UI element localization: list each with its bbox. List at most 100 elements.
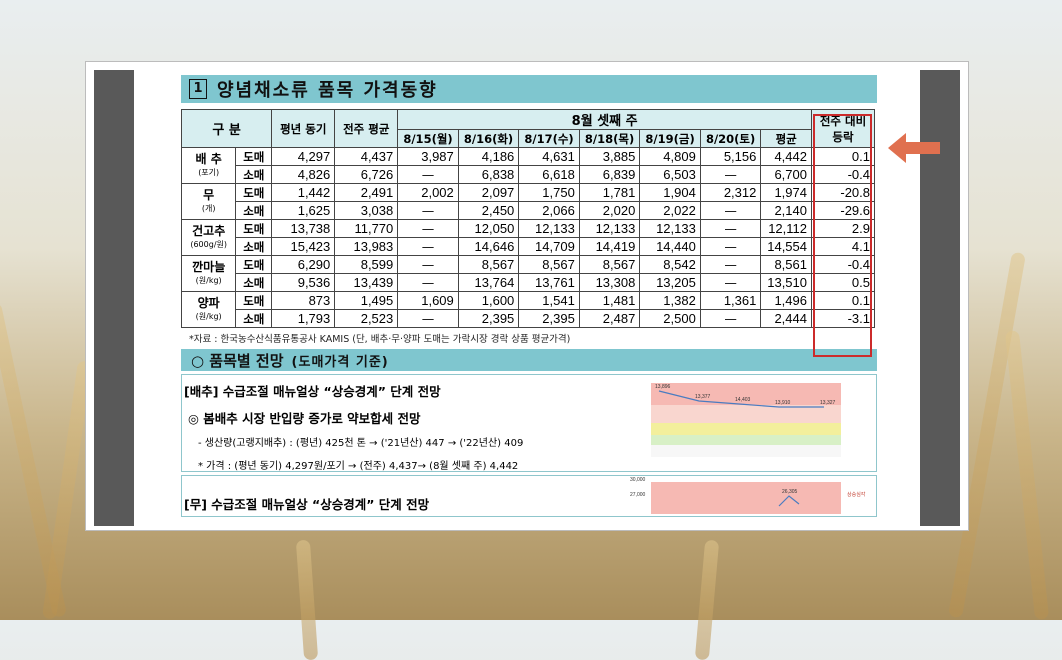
wheat-stalk [41, 360, 93, 620]
price-cell: 6,700 [760, 165, 812, 184]
document-page: 1 양념채소류 품목 가격동향 구 분 평년 동기 전주 평균 8월 셋째 주 … [134, 70, 920, 526]
item-unit: (원/kg) [195, 311, 222, 321]
market-type: 소매 [235, 237, 273, 256]
price-cell: 2,066 [518, 201, 580, 220]
price-cell: 1,496 [760, 291, 812, 310]
price-cell: 13,983 [334, 237, 399, 256]
price-cell: 3,038 [334, 201, 399, 220]
item-name: 건고추 (600g/원) [180, 219, 237, 256]
day-header: 8/15(월) [397, 129, 459, 148]
table-row: 건고추 (600g/원) 도매 13,738 11,770—12,050 12,133 12… [180, 219, 875, 256]
document-viewer[interactable]: 1 양념채소류 품목 가격동향 구 분 평년 동기 전주 평균 8월 셋째 주 … [94, 70, 960, 526]
price-cell: 12,133 [578, 219, 641, 238]
day-header: 8/16(화) [457, 129, 520, 148]
price-cell: 2.9 [811, 219, 875, 238]
price-cell: — [699, 255, 762, 274]
price-cell: 6,618 [518, 165, 580, 184]
table-row: 소매 9,536 13,439—13,764 13,761 13,308 13,205—1… [182, 273, 875, 292]
item-name: 무 (개) [180, 183, 237, 220]
price-cell: 6,839 [578, 165, 641, 184]
price-cell: — [397, 255, 459, 274]
table-row: 소매 1,625 3,038—2,450 2,066 2,020 2,022—2,140-… [182, 201, 875, 220]
chart-point-label: 13,327 [820, 400, 836, 406]
item-unit: (600g/원) [190, 239, 227, 249]
price-cell: — [699, 237, 762, 256]
price-cell: -0.4 [811, 255, 875, 274]
price-cell: 1,625 [271, 201, 336, 220]
chart-band-caution [651, 423, 841, 435]
item-name: 배 추 (포기) [180, 147, 237, 184]
header-change-line2: 등락 [832, 129, 854, 144]
day-header: 8/17(수) [518, 129, 580, 148]
market-type: 소매 [235, 309, 273, 328]
price-cell: 1,750 [518, 183, 580, 202]
market-type: 소매 [235, 165, 273, 184]
price-cell: 1,904 [639, 183, 701, 202]
price-cell: 873 [271, 291, 336, 310]
price-cell: -20.8 [811, 183, 875, 202]
price-cell: 1,600 [457, 291, 520, 310]
market-type: 도매 [235, 219, 273, 238]
price-cell: 13,764 [457, 273, 520, 292]
chart-peak-label: 26,305 [782, 489, 798, 495]
day-header: 8/19(금) [639, 129, 701, 148]
section-number: 1 [189, 79, 207, 99]
price-cell: 6,503 [639, 165, 701, 184]
price-cell: 0.1 [811, 291, 875, 310]
cabbage-price-chart: 13,896 13,377 14,403 13,910 13,327 [629, 377, 873, 467]
item-name-text: 배 추 [195, 151, 222, 166]
chart-legend [845, 387, 867, 447]
chart-legend-label: 상승심각 [847, 491, 866, 498]
price-cell: 2,020 [578, 201, 641, 220]
price-cell: 1,974 [760, 183, 812, 202]
price-cell: 0.5 [811, 273, 875, 292]
price-cell: 2,140 [760, 201, 812, 220]
outlook-cabbage-price: * 가격 : (평년 동기) 4,297원/포기 → (전주) 4,437→ (… [198, 461, 519, 472]
wheat-stalk [295, 539, 319, 660]
price-cell: 9,536 [271, 273, 336, 292]
price-cell: 2,395 [518, 309, 580, 328]
chart-point-label: 13,896 [655, 384, 671, 390]
item-name-text: 건고추 [192, 223, 226, 238]
price-cell: 13,510 [760, 273, 812, 292]
table-row: 깐마늘 (원/kg) 도매 6,290 8,599—8,567 8,567 8,567 8,5… [180, 255, 875, 292]
table-row: 무 (개) 도매 1,442 2,491 2,002 2,097 1,750 1,781 1,90… [180, 183, 875, 220]
price-cell: 1,793 [271, 309, 336, 328]
item-unit: (개) [201, 203, 216, 213]
price-cell: — [397, 219, 459, 238]
price-cell: 12,112 [760, 219, 812, 238]
item-name-text: 양파 [197, 295, 220, 310]
chart-point-label: 13,910 [775, 400, 791, 406]
table-row: 배 추 (포기) 도매 4,297 4,437 3,987 4,186 4,631 3,885 4… [180, 147, 875, 184]
price-cell: 2,444 [760, 309, 812, 328]
price-cell: -29.6 [811, 201, 875, 220]
price-cell: 2,312 [699, 183, 762, 202]
radish-price-chart: 30,000 27,000 26,305 상승심각 [629, 476, 873, 514]
item-unit: (포기) [198, 167, 220, 177]
market-type: 소매 [235, 273, 273, 292]
item-name-text: 깐마늘 [192, 259, 226, 274]
outlook-title: ○ 품목별 전망 [191, 351, 284, 370]
chart-tick: 30,000 [630, 477, 646, 483]
day-header: 평균 [760, 129, 812, 148]
price-cell: 3,987 [397, 147, 459, 166]
report-content: 1 양념채소류 품목 가격동향 구 분 평년 동기 전주 평균 8월 셋째 주 … [180, 75, 877, 517]
price-cell: 1,481 [578, 291, 641, 310]
table-body: 배 추 (포기) 도매 4,297 4,437 3,987 4,186 4,631 3,885 4… [180, 147, 875, 328]
price-cell: 2,523 [334, 309, 399, 328]
price-cell: 14,440 [639, 237, 701, 256]
outlook-subtitle: (도매가격 기준) [291, 354, 389, 370]
price-cell: 6,726 [334, 165, 399, 184]
outlook-cabbage-production: - 생산량(고랭지배추) : (평년) 425천 톤 → ('21년산) 447… [198, 438, 524, 449]
price-cell: 8,567 [457, 255, 520, 274]
price-cell: 12,133 [518, 219, 580, 238]
chart-band-low [651, 445, 841, 457]
price-cell: 2,450 [457, 201, 520, 220]
table-row: 양파 (원/kg) 도매 873 1,495 1,609 1,600 1,541 1,481 1,… [180, 291, 875, 328]
price-cell: 4,631 [518, 147, 580, 166]
market-type: 도매 [235, 147, 273, 166]
price-cell: 4,809 [639, 147, 701, 166]
price-cell: 1,442 [271, 183, 336, 202]
chart-band-severe [651, 482, 841, 514]
price-cell: — [397, 201, 459, 220]
